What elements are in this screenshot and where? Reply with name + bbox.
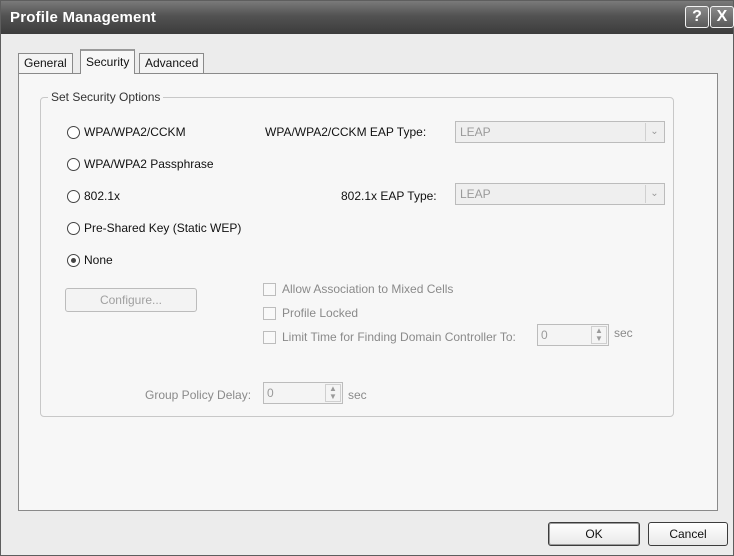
spin-arrows-icon[interactable]: ▲ ▼ bbox=[325, 384, 341, 402]
dot1x-eap-type-value: LEAP bbox=[460, 187, 491, 201]
radio-label: WPA/WPA2 Passphrase bbox=[84, 157, 214, 171]
help-icon: ? bbox=[692, 8, 702, 25]
chevron-down-icon: ⌄ bbox=[645, 185, 663, 203]
window-title: Profile Management bbox=[10, 9, 157, 26]
radio-icon bbox=[67, 221, 80, 235]
profile-management-dialog: Profile Management ? X General Security … bbox=[0, 0, 734, 556]
dot1x-eap-type-label: 802.1x EAP Type: bbox=[341, 189, 437, 203]
group-policy-delay-label: Group Policy Delay: bbox=[145, 388, 252, 402]
checkbox-profile-locked[interactable]: Profile Locked bbox=[263, 306, 358, 320]
domain-timeout-unit: sec bbox=[614, 326, 633, 340]
help-button[interactable]: ? bbox=[685, 6, 709, 28]
security-options-group: Set Security Options WPA/WPA2/CCKM WPA/W… bbox=[40, 90, 674, 417]
chevron-down-icon: ⌄ bbox=[645, 123, 663, 141]
group-policy-delay-stepper[interactable]: 0 ▲ ▼ bbox=[263, 382, 343, 404]
security-tab-panel: Set Security Options WPA/WPA2/CCKM WPA/W… bbox=[18, 73, 718, 511]
radio-label: WPA/WPA2/CCKM bbox=[84, 125, 186, 139]
cancel-button[interactable]: Cancel bbox=[648, 522, 728, 546]
spin-arrows-icon[interactable]: ▲ ▼ bbox=[591, 326, 607, 344]
checkbox-icon bbox=[263, 282, 276, 296]
wpa-eap-type-value: LEAP bbox=[460, 125, 491, 139]
checkbox-limit-time[interactable]: Limit Time for Finding Domain Controller… bbox=[263, 330, 516, 344]
domain-timeout-value: 0 bbox=[541, 328, 548, 342]
group-policy-delay-unit: sec bbox=[348, 388, 367, 402]
radio-icon bbox=[67, 125, 80, 139]
ok-button[interactable]: OK bbox=[548, 522, 640, 546]
radio-8021x[interactable]: 802.1x bbox=[67, 187, 120, 205]
checkbox-icon bbox=[263, 330, 276, 344]
wpa-eap-type-label: WPA/WPA2/CCKM EAP Type: bbox=[265, 125, 427, 139]
radio-pre-shared-key[interactable]: Pre-Shared Key (Static WEP) bbox=[67, 219, 241, 237]
radio-label: None bbox=[84, 253, 113, 267]
tab-advanced[interactable]: Advanced bbox=[139, 53, 205, 73]
checkbox-label: Allow Association to Mixed Cells bbox=[282, 282, 454, 296]
checkbox-label: Profile Locked bbox=[282, 306, 359, 320]
radio-label: Pre-Shared Key (Static WEP) bbox=[84, 221, 242, 235]
dot1x-eap-type-select[interactable]: LEAP ⌄ bbox=[455, 183, 665, 205]
radio-wpa-passphrase[interactable]: WPA/WPA2 Passphrase bbox=[67, 155, 214, 173]
radio-icon bbox=[67, 189, 80, 203]
radio-checked-icon bbox=[67, 253, 80, 267]
checkbox-mixed-cells[interactable]: Allow Association to Mixed Cells bbox=[263, 282, 453, 296]
configure-button[interactable]: Configure... bbox=[65, 288, 197, 312]
radio-none[interactable]: None bbox=[67, 251, 113, 269]
close-button[interactable]: X bbox=[710, 6, 734, 28]
checkbox-label: Limit Time for Finding Domain Controller… bbox=[282, 330, 516, 344]
radio-label: 802.1x bbox=[84, 189, 121, 203]
group-policy-delay-value: 0 bbox=[267, 386, 274, 400]
tab-security[interactable]: Security bbox=[80, 49, 136, 74]
tab-general[interactable]: General bbox=[18, 53, 73, 73]
radio-wpa-cckm[interactable]: WPA/WPA2/CCKM bbox=[67, 123, 186, 141]
close-icon: X bbox=[716, 8, 728, 25]
checkbox-icon bbox=[263, 306, 276, 320]
radio-icon bbox=[67, 157, 80, 171]
wpa-eap-type-select[interactable]: LEAP ⌄ bbox=[455, 121, 665, 143]
title-bar[interactable]: Profile Management ? X bbox=[1, 1, 734, 34]
group-label: Set Security Options bbox=[48, 90, 164, 104]
domain-timeout-stepper[interactable]: 0 ▲ ▼ bbox=[537, 324, 609, 346]
